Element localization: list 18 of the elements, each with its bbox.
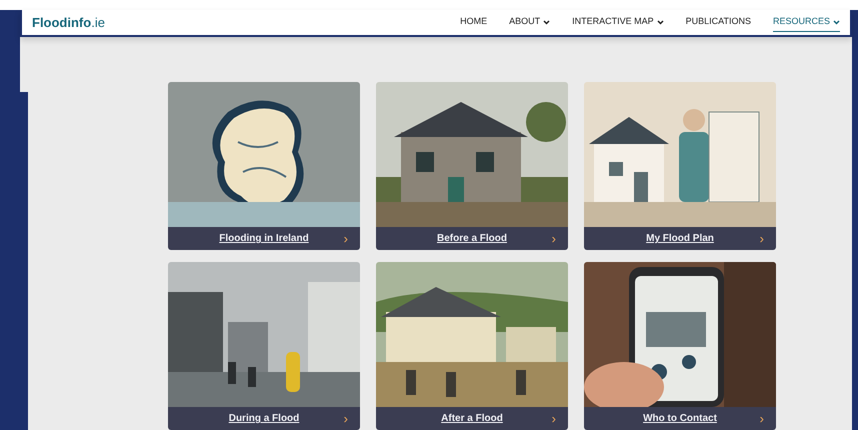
nav-link[interactable]: PUBLICATIONS (686, 13, 751, 32)
site-logo[interactable]: Floodinfo.ie (32, 12, 105, 32)
card-link[interactable]: During a Flood (228, 411, 300, 426)
chevron-text: › (344, 410, 348, 428)
chevron-text: › (760, 230, 764, 248)
nav-link[interactable]: INTERACTIVE MAP (572, 13, 664, 32)
chevron-text: › (552, 410, 556, 428)
card-link[interactable]: After a Flood (441, 411, 503, 426)
card-link[interactable]: Flooding in Ireland (219, 231, 309, 246)
card-link[interactable]: Before a Flood (436, 231, 507, 246)
nav-link[interactable]: RESOURCES (772, 13, 840, 32)
nav-link[interactable]: ABOUT (509, 13, 550, 32)
card-link[interactable]: My Flood Plan (646, 231, 714, 246)
nav-link[interactable]: HOME (460, 13, 488, 32)
card-link[interactable]: Who to Contact (643, 411, 717, 426)
chevron-text: › (760, 410, 764, 428)
chevron-text: › (344, 230, 348, 248)
chevron-text: › (552, 230, 556, 248)
